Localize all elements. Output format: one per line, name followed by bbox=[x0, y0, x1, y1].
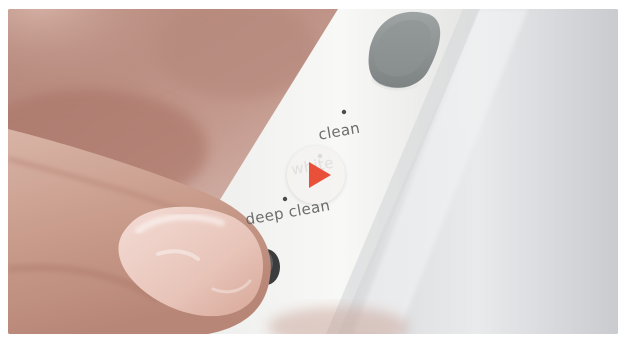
video-player[interactable]: clean white deep clean bbox=[8, 9, 618, 334]
video-frame: clean white deep clean bbox=[0, 0, 626, 343]
play-button[interactable] bbox=[287, 146, 345, 204]
play-icon bbox=[309, 162, 331, 188]
